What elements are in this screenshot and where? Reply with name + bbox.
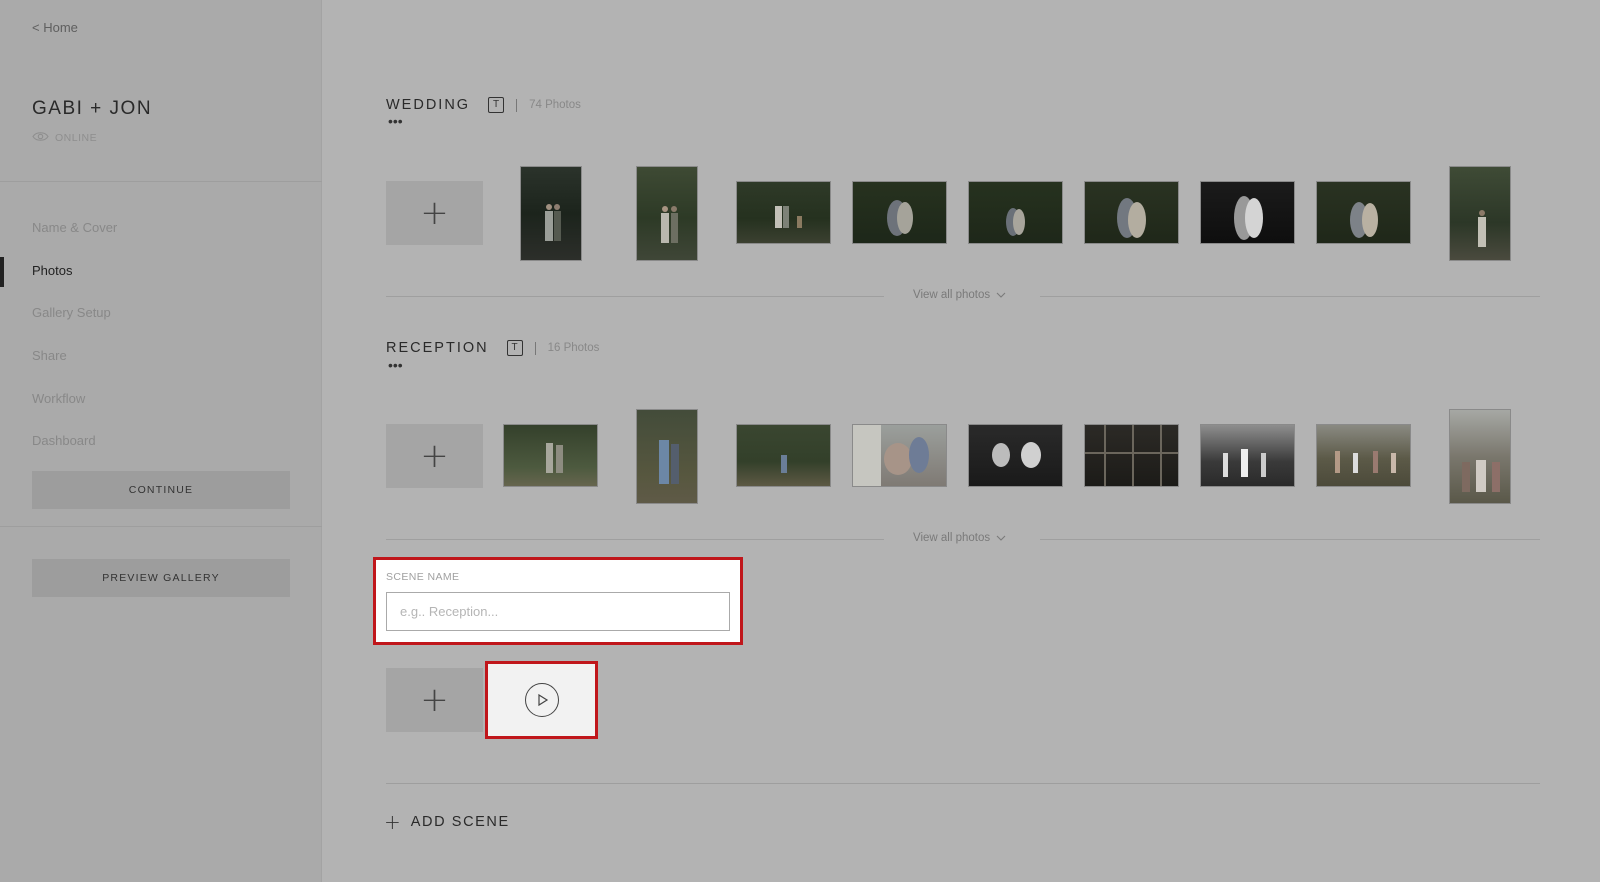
photo-thumbnail[interactable] (1316, 181, 1411, 244)
divider-line (386, 296, 884, 297)
more-options-icon[interactable]: ••• (388, 114, 403, 128)
scene-name-label: SCENE NAME (386, 571, 460, 583)
plus-icon: + (384, 810, 401, 834)
photo-thumbnail[interactable] (1084, 181, 1179, 244)
divider-line (386, 539, 884, 540)
photo-thumbnail[interactable] (1316, 424, 1411, 487)
photo-thumbnail[interactable] (968, 181, 1063, 244)
divider-line (1040, 296, 1540, 297)
nav-item-gallery-setup[interactable]: Gallery Setup (0, 291, 322, 334)
nav-item-label: Workflow (32, 390, 86, 406)
add-scene-label: ADD SCENE (410, 814, 510, 830)
photo-thumbnail[interactable] (1200, 181, 1295, 244)
home-link[interactable]: < Home (32, 20, 78, 35)
nav-item-label: Dashboard (32, 433, 96, 449)
photo-thumbnail[interactable] (636, 166, 698, 261)
nav-item-workflow[interactable]: Workflow (0, 377, 322, 420)
nav-item-dashboard[interactable]: Dashboard (0, 419, 322, 462)
add-photo-button[interactable]: + (386, 424, 483, 488)
plus-icon: + (420, 193, 449, 233)
project-title: GABI + JON (32, 98, 153, 119)
text-format-icon[interactable]: T (506, 340, 523, 356)
view-all-photos-link[interactable]: View all photos (913, 289, 1006, 301)
sidebar-divider (0, 181, 322, 182)
add-video-button[interactable] (485, 661, 598, 739)
text-format-icon[interactable]: T (488, 97, 505, 113)
scene-header-reception: RECEPTION T 16 Photos (386, 340, 599, 356)
more-options-icon[interactable]: ••• (388, 358, 403, 372)
play-icon (524, 683, 559, 717)
photo-thumbnail[interactable] (636, 409, 698, 504)
chevron-down-icon (996, 289, 1006, 301)
sidebar: < Home GABI + JON ONLINE Name & Cover Ph… (0, 0, 322, 882)
view-all-photos-link[interactable]: View all photos (913, 532, 1006, 544)
photo-thumbnail[interactable] (1449, 409, 1511, 504)
eye-icon (32, 131, 49, 145)
status-label: ONLINE (55, 132, 98, 144)
add-photo-button[interactable]: + (386, 668, 483, 732)
nav-item-name-cover[interactable]: Name & Cover (0, 206, 322, 249)
divider (534, 341, 536, 355)
nav-item-label: Name & Cover (32, 219, 118, 235)
photo-thumbnail[interactable] (852, 424, 947, 487)
nav-item-photos[interactable]: Photos (0, 249, 322, 292)
chevron-down-icon (996, 532, 1006, 544)
scene-name-input[interactable] (386, 592, 730, 631)
preview-gallery-button[interactable]: PREVIEW GALLERY (32, 559, 290, 597)
photo-thumbnail[interactable] (736, 181, 831, 244)
photo-thumbnail[interactable] (852, 181, 947, 244)
scene-title: WEDDING (386, 97, 471, 113)
add-photo-button[interactable]: + (386, 181, 483, 245)
scene-title: RECEPTION (386, 340, 489, 356)
sidebar-nav: Name & Cover Photos Gallery Setup Share … (0, 206, 322, 462)
photo-thumbnail[interactable] (1084, 424, 1179, 487)
photo-thumbnail[interactable] (1449, 166, 1511, 261)
nav-item-label: Share (32, 347, 67, 363)
photo-thumbnail[interactable] (968, 424, 1063, 487)
photo-thumbnail[interactable] (736, 424, 831, 487)
nav-item-label: Photos (32, 262, 73, 278)
photo-thumbnail[interactable] (503, 424, 598, 487)
divider (516, 98, 518, 112)
photo-count: 74 Photos (529, 99, 581, 111)
continue-button[interactable]: CONTINUE (32, 471, 290, 509)
nav-item-share[interactable]: Share (0, 334, 322, 377)
view-all-label: View all photos (913, 532, 991, 544)
plus-icon: + (420, 436, 449, 476)
add-scene-button[interactable]: + ADD SCENE (384, 812, 510, 832)
sidebar-divider (0, 526, 322, 527)
scene-header-wedding: WEDDING T 74 Photos (386, 97, 581, 113)
divider-line (386, 783, 1540, 784)
photo-thumbnail[interactable] (520, 166, 582, 261)
view-all-label: View all photos (913, 289, 991, 301)
plus-icon: + (420, 680, 449, 720)
photo-count: 16 Photos (547, 342, 600, 354)
divider-line (1040, 539, 1540, 540)
status-row: ONLINE (32, 131, 97, 145)
photo-thumbnail[interactable] (1200, 424, 1295, 487)
nav-item-label: Gallery Setup (32, 305, 111, 321)
